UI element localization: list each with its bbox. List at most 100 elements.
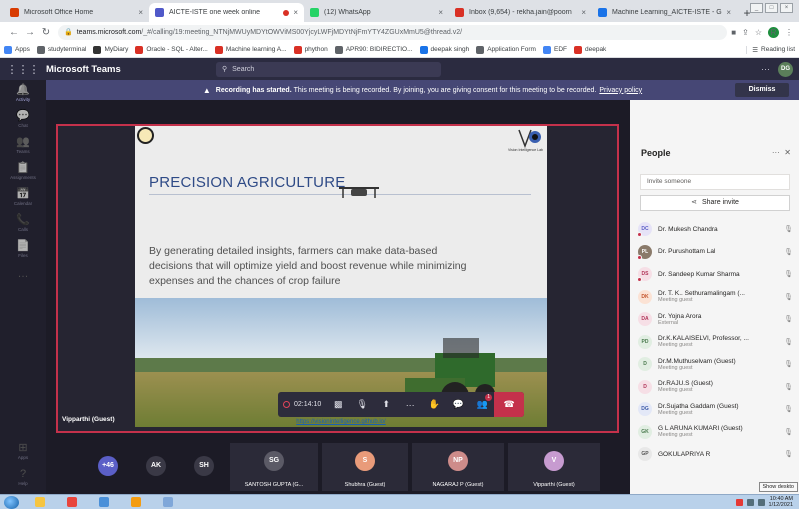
more-options-icon[interactable]: ··· <box>761 64 770 74</box>
back-arrow-icon[interactable]: ← <box>6 27 22 38</box>
browser-tab[interactable]: AICTE-ISTE one week online × <box>149 3 304 22</box>
people-list-item[interactable]: PD Dr.K.KALAISELVI, Professor, ... Meeting… <box>638 331 793 354</box>
tray-app-icon[interactable] <box>735 498 743 506</box>
rail-item-more[interactable]: … <box>0 262 46 288</box>
slide-link[interactable]: https://visionintelligence.github.io/ <box>135 419 547 425</box>
participant-tile[interactable]: NP NAGARAJ P (Guest) <box>412 443 504 491</box>
start-button[interactable] <box>4 495 19 509</box>
taskbar-app-icon <box>67 497 77 507</box>
forward-arrow-icon[interactable]: → <box>22 27 38 38</box>
people-list-item[interactable]: GP GOKULAPRIYA R 🎙 <box>638 443 793 466</box>
volume-icon[interactable] <box>757 498 765 506</box>
more-actions-icon[interactable]: ··· <box>398 392 422 417</box>
reload-icon[interactable]: ↻ <box>38 27 54 38</box>
bookmark-item[interactable]: MyDiary <box>93 45 128 54</box>
browser-tab[interactable]: Inbox (9,654) - rekha.jain@poorn × <box>449 3 592 22</box>
dismiss-button[interactable]: Dismiss <box>735 83 789 97</box>
tab-title: (12) WhatsApp <box>324 9 371 16</box>
rail-item-files[interactable]: 📄 Files <box>0 236 46 262</box>
chat-icon[interactable]: 💬 <box>446 392 470 417</box>
camera-icon[interactable]: ■ <box>731 28 736 37</box>
bookmark-item[interactable]: deepak <box>573 45 606 54</box>
close-tab-icon[interactable]: × <box>581 8 586 17</box>
participant-avatar: DC <box>637 222 652 238</box>
people-more-icon[interactable]: ··· <box>772 148 780 157</box>
people-list-item[interactable]: DG Dr.Sujatha Gaddam (Guest) Meeting guest… <box>638 398 793 421</box>
rail-item-apps[interactable]: ⊞ Apps <box>0 438 46 464</box>
taskbar-app-button[interactable] <box>29 496 51 509</box>
close-window-button[interactable]: × <box>780 3 793 13</box>
close-tab-icon[interactable]: × <box>726 8 731 17</box>
participant-tile[interactable]: S Shubhra (Guest) <box>322 443 408 491</box>
clock[interactable]: 10:40 AM 1/12/2021 <box>769 496 793 508</box>
rail-item-activity[interactable]: 🔔 Activity <box>0 80 46 106</box>
bookmark-item[interactable]: deepak singh <box>419 45 469 54</box>
participant-tile[interactable]: AK <box>134 443 178 491</box>
bookmark-item[interactable]: Machine learning A... <box>214 45 287 54</box>
people-list-item[interactable]: GK G L ARUNA KUMARI (Guest) Meeting guest 🎙 <box>638 421 793 444</box>
people-list-item[interactable]: D Dr.RAJU.S (Guest) Meeting guest 🎙 <box>638 376 793 399</box>
taskbar-app-button[interactable] <box>61 496 83 509</box>
raise-hand-icon[interactable]: ✋ <box>422 392 446 417</box>
muted-mic-icon: 🎙 <box>784 248 793 256</box>
url-input[interactable]: 🔒 teams.microsoft.com/_#/calling/19:meet… <box>58 24 728 40</box>
network-icon[interactable] <box>746 498 754 506</box>
people-list-item[interactable]: PL Dr. Purushottam Lal 🎙 <box>637 241 793 264</box>
participant-tile[interactable]: +46 <box>86 443 130 491</box>
close-tab-icon[interactable]: × <box>138 8 143 17</box>
invite-input[interactable]: Invite someone <box>640 174 790 190</box>
recording-icon <box>283 401 290 408</box>
people-list-item[interactable]: DA Dr. Yojna Arora External 🎙 <box>638 308 793 331</box>
rail-item-help[interactable]: ? Help <box>0 464 46 490</box>
participant-tile[interactable]: SH <box>182 443 226 491</box>
app-launcher-icon[interactable]: ⋮⋮⋮ <box>0 63 46 76</box>
privacy-policy-link[interactable]: Privacy policy <box>599 87 642 94</box>
bookmark-item[interactable]: Apps <box>4 45 30 54</box>
rail-item-calls[interactable]: 📞 Calls <box>0 210 46 236</box>
rail-item-assignments[interactable]: 📋 Assignments <box>0 158 46 184</box>
bookmark-item[interactable]: Oracle - SQL - Alter... <box>135 45 208 54</box>
browser-tab[interactable]: (12) WhatsApp × <box>304 3 449 22</box>
bookmark-item[interactable]: APR90: BIDIRECTIO... <box>334 45 413 54</box>
reading-list-button[interactable]: ☰ Reading list <box>746 45 795 54</box>
star-icon[interactable]: ☆ <box>755 28 762 37</box>
people-list-item[interactable]: DK Dr. T. K.. Sethuramalingam (... Meeting… <box>638 286 793 309</box>
hang-up-button[interactable]: ☎ <box>494 392 524 417</box>
close-tab-icon[interactable]: × <box>438 8 443 17</box>
bookmark-item[interactable]: Application Form <box>476 45 536 54</box>
menu-dots-icon[interactable]: ⋮ <box>785 28 793 37</box>
rail-item-calendar[interactable]: 📅 Calendar <box>0 184 46 210</box>
user-avatar[interactable]: DG <box>778 61 793 77</box>
participant-tile[interactable]: SG SANTOSH GUPTA (G... <box>230 443 318 491</box>
camera-off-icon[interactable]: ▩ <box>326 392 350 417</box>
bookmark-item[interactable]: studyterminal <box>36 45 86 54</box>
people-list-item[interactable]: DC Dr. Mukesh Chandra 🎙 <box>637 218 793 241</box>
participant-role: External <box>658 319 679 326</box>
browser-tab[interactable]: Machine Learning_AICTE-ISTE - G × <box>592 3 737 22</box>
share-screen-icon[interactable]: ⬆ <box>374 392 398 417</box>
participants-badge: 1 <box>485 394 493 401</box>
people-list-item[interactable]: DS Dr. Sandeep Kumar Sharma 🎙 <box>637 263 793 286</box>
participants-icon[interactable]: 👥 1 <box>470 392 494 417</box>
people-list-item[interactable]: D Dr.M.Muthuselvam (Guest) Meeting guest 🎙 <box>638 353 793 376</box>
mic-off-icon[interactable]: 🎙 <box>350 392 374 417</box>
taskbar-app-button[interactable] <box>93 496 115 509</box>
browser-tab[interactable]: Microsoft Office Home × <box>4 3 149 22</box>
close-panel-icon[interactable]: ✕ <box>784 148 791 157</box>
share-icon[interactable]: ⇪ <box>742 28 749 37</box>
bookmark-item[interactable]: EDF <box>542 45 567 54</box>
minimize-button[interactable]: _ <box>750 3 763 13</box>
share-invite-button[interactable]: ⋖ Share invite <box>640 195 790 211</box>
profile-avatar[interactable]: R <box>768 26 779 38</box>
rail-item-chat[interactable]: 💬 Chat <box>0 106 46 132</box>
taskbar-app-button[interactable] <box>157 496 179 509</box>
bookmark-item[interactable]: phython <box>293 45 328 54</box>
participant-tile[interactable]: V Vipparthi (Guest) <box>508 443 600 491</box>
search-input[interactable]: ⚲ Search <box>216 61 441 77</box>
rail-item-teams[interactable]: 👥 Teams <box>0 132 46 158</box>
taskbar-app-icon <box>35 497 45 507</box>
taskbar-app-button[interactable] <box>125 496 147 509</box>
close-tab-icon[interactable]: × <box>293 8 298 17</box>
maximize-button[interactable]: □ <box>765 3 778 13</box>
participant-name: Shubhra (Guest) <box>344 482 386 488</box>
